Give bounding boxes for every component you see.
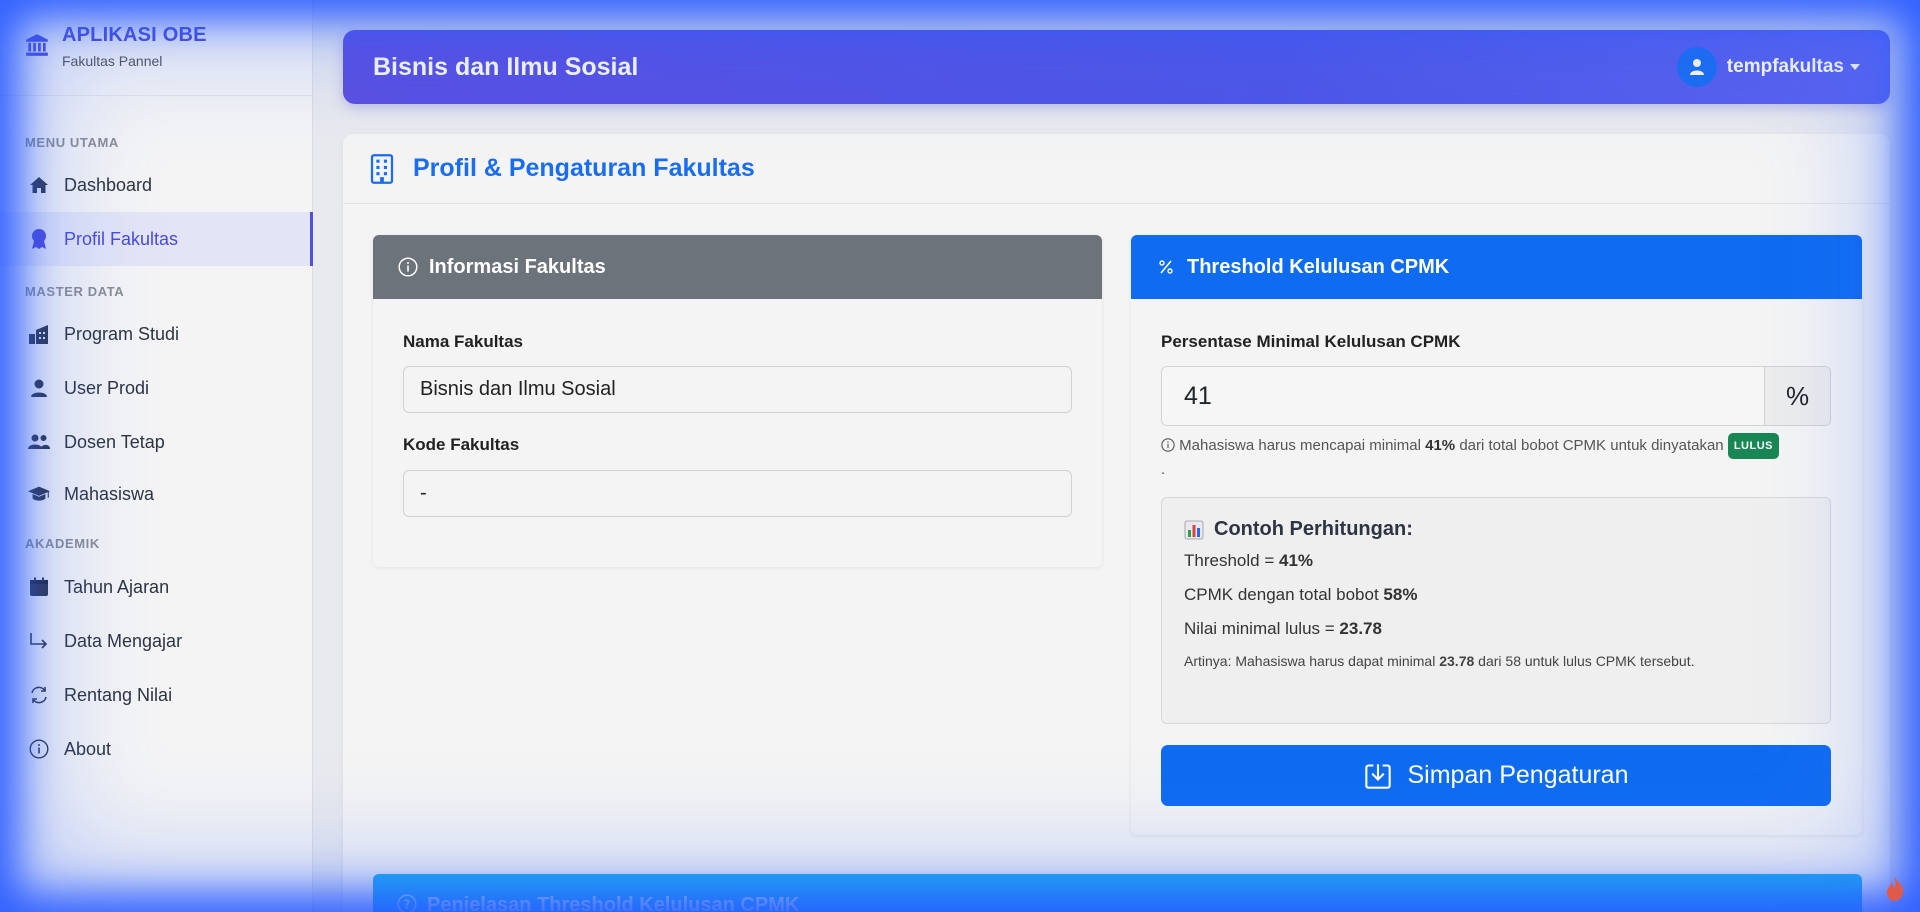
building-icon — [28, 323, 50, 345]
kode-fakultas-label: Kode Fakultas — [403, 435, 520, 454]
panel-header: Informasi Fakultas — [373, 235, 1102, 299]
percent-icon — [1155, 256, 1177, 278]
threshold-panel: Threshold Kelulusan CPMK Persentase Mini… — [1131, 235, 1862, 835]
brand[interactable]: APLIKASI OBE Fakultas Pannel — [0, 0, 312, 96]
threshold-hint: Mahasiswa harus mencapai minimal 41% dar… — [1161, 433, 1841, 481]
sidebar-item-profil-fakultas[interactable]: Profil Fakultas — [0, 212, 313, 266]
user-icon — [28, 377, 50, 399]
sidebar-item-tahun-ajaran[interactable]: Tahun Ajaran — [0, 560, 313, 614]
sidebar-item-label: Mahasiswa — [64, 483, 155, 504]
top-header: Bisnis dan Ilmu Sosial tempfakultas — [343, 30, 1890, 104]
sidebar-item-label: Data Mengajar — [64, 630, 183, 651]
example-note: Artinya: Mahasiswa harus dapat minimal 2… — [1184, 653, 1695, 669]
main-card: Profil & Pengaturan Fakultas Informasi F… — [343, 134, 1890, 912]
sidebar: APLIKASI OBE Fakultas Pannel MENU UTAMA … — [0, 0, 313, 912]
sidebar-item-label: User Prodi — [64, 377, 150, 398]
brand-title: APLIKASI OBE — [62, 24, 207, 46]
svg-text:?: ? — [404, 898, 411, 912]
flame-icon[interactable] — [1884, 876, 1906, 902]
sidebar-item-label: Profil Fakultas — [64, 228, 179, 249]
sidebar-item-program-studi[interactable]: Program Studi — [0, 307, 313, 361]
page-header: Profil & Pengaturan Fakultas — [343, 134, 1890, 204]
example-title: Contoh Perhitungan: — [1184, 518, 1808, 541]
panel-title: Informasi Fakultas — [429, 255, 606, 278]
sidebar-item-label: About — [64, 738, 112, 759]
section-menu-utama: MENU UTAMA — [25, 135, 119, 150]
sidebar-item-user-prodi[interactable]: User Prodi — [0, 361, 313, 415]
building-icon — [370, 153, 394, 184]
sidebar-item-label: Rentang Nilai — [64, 684, 173, 705]
page-title: Profil & Pengaturan Fakultas — [413, 154, 755, 182]
sidebar-item-dosen-tetap[interactable]: Dosen Tetap — [0, 415, 313, 469]
percent-addon: % — [1764, 367, 1830, 425]
caret-down-icon — [1850, 64, 1860, 70]
username: tempfakultas — [1726, 56, 1844, 77]
sidebar-item-label: Tahun Ajaran — [64, 576, 170, 597]
refresh-icon — [28, 684, 50, 706]
question-icon: ? — [397, 894, 417, 912]
info-icon — [1161, 438, 1175, 452]
user-icon — [1689, 59, 1704, 75]
sidebar-item-label: Program Studi — [64, 323, 180, 344]
section-master-data: MASTER DATA — [25, 284, 125, 299]
sidebar-item-dashboard[interactable]: Dashboard — [0, 158, 313, 212]
sidebar-item-about[interactable]: About — [0, 722, 313, 776]
sidebar-item-mahasiswa[interactable]: Mahasiswa — [0, 467, 313, 521]
award-icon — [28, 228, 50, 250]
arrow-return-icon — [28, 630, 50, 652]
faculty-title: Bisnis dan Ilmu Sosial — [373, 52, 639, 81]
users-icon — [28, 431, 50, 453]
section-akademik: AKADEMIK — [25, 536, 100, 551]
save-settings-button[interactable]: Simpan Pengaturan — [1161, 745, 1831, 806]
threshold-label: Persentase Minimal Kelulusan CPMK — [1161, 332, 1461, 351]
example-line-threshold: Threshold = 41% — [1184, 551, 1314, 570]
bar-chart-icon — [1184, 520, 1204, 539]
brand-subtitle: Fakultas Pannel — [62, 53, 163, 69]
example-line-bobot: CPMK dengan total bobot 58% — [1184, 585, 1418, 604]
sidebar-item-label: Dosen Tetap — [64, 431, 165, 452]
example-box: Contoh Perhitungan: Threshold = 41% CPMK… — [1161, 497, 1831, 724]
threshold-input[interactable]: 41 — [1162, 367, 1764, 425]
nama-fakultas-field[interactable]: Bisnis dan Ilmu Sosial — [403, 366, 1072, 413]
nama-fakultas-label: Nama Fakultas — [403, 332, 523, 351]
sidebar-item-label: Dashboard — [64, 174, 153, 195]
threshold-input-group: 41 % — [1161, 366, 1831, 426]
faculty-info-panel: Informasi Fakultas Nama Fakultas Bisnis … — [373, 235, 1102, 567]
panel-title: Threshold Kelulusan CPMK — [1187, 255, 1450, 278]
user-menu[interactable]: tempfakultas — [1676, 47, 1860, 87]
university-icon — [26, 34, 48, 56]
graduation-cap-icon — [28, 483, 50, 505]
panel-header: Threshold Kelulusan CPMK — [1131, 235, 1862, 299]
save-button-label: Simpan Pengaturan — [1407, 761, 1629, 789]
explain-title: Penjelasan Threshold Kelulusan CPMK — [427, 894, 800, 912]
avatar — [1676, 47, 1717, 87]
info-icon — [28, 738, 50, 760]
sidebar-item-rentang-nilai[interactable]: Rentang Nilai — [0, 668, 313, 722]
status-badge: LULUS — [1727, 433, 1779, 459]
explain-panel-header[interactable]: ? Penjelasan Threshold Kelulusan CPMK — [373, 874, 1862, 912]
home-icon — [28, 174, 50, 196]
calendar-icon — [28, 576, 50, 598]
download-icon — [1364, 763, 1391, 789]
info-icon — [397, 256, 419, 278]
kode-fakultas-field[interactable]: - — [403, 470, 1072, 517]
sidebar-item-data-mengajar[interactable]: Data Mengajar — [0, 614, 313, 668]
example-line-nilai: Nilai minimal lulus = 23.78 — [1184, 619, 1382, 638]
